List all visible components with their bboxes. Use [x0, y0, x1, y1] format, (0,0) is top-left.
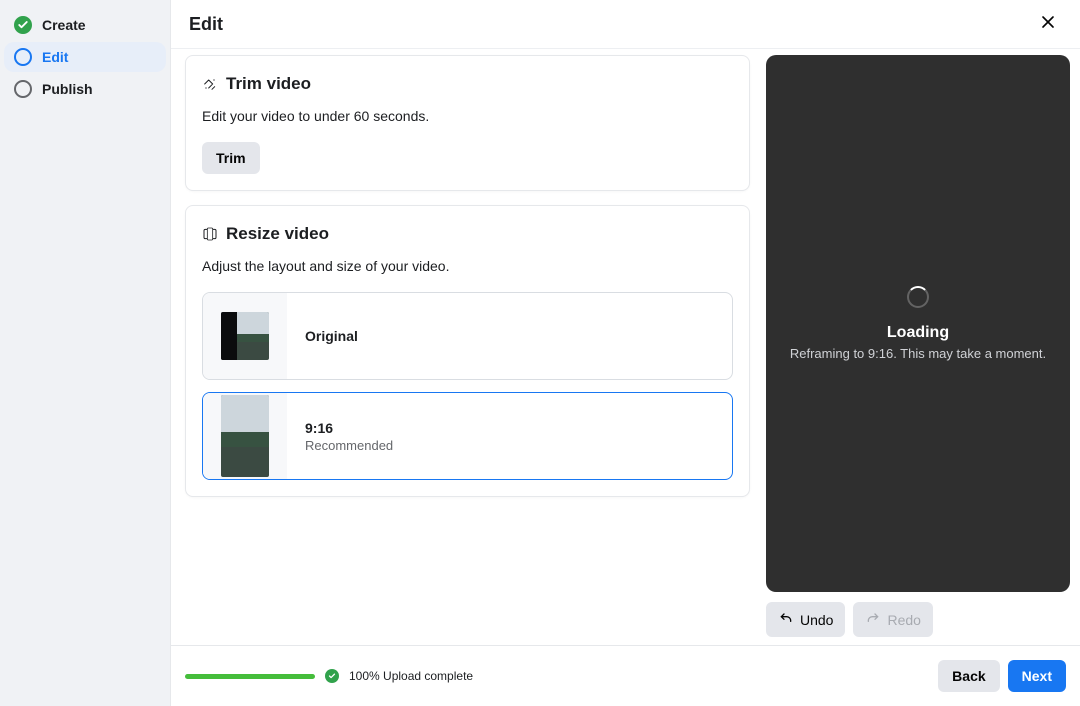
- loading-subtitle: Reframing to 9:16. This may take a momen…: [790, 346, 1046, 361]
- upload-progress: [185, 674, 315, 679]
- resize-option-original[interactable]: Original: [202, 292, 733, 380]
- footer: 100% Upload complete Back Next: [171, 645, 1080, 706]
- option-sub: Recommended: [305, 438, 393, 453]
- resize-description: Adjust the layout and size of your video…: [202, 258, 733, 274]
- trim-button[interactable]: Trim: [202, 142, 260, 174]
- upload-status: 100% Upload complete: [185, 669, 473, 683]
- check-icon: [325, 669, 339, 683]
- upload-text: 100% Upload complete: [349, 669, 473, 683]
- resize-card: Resize video Adjust the layout and size …: [185, 205, 750, 497]
- next-button[interactable]: Next: [1008, 660, 1066, 692]
- redo-label: Redo: [887, 612, 920, 628]
- redo-button[interactable]: Redo: [853, 602, 932, 637]
- step-edit[interactable]: Edit: [4, 42, 166, 72]
- option-title: 9:16: [305, 420, 393, 436]
- resize-title: Resize video: [226, 224, 329, 244]
- option-title: Original: [305, 328, 358, 344]
- undo-icon: [778, 610, 794, 629]
- trim-icon: [202, 76, 218, 92]
- resize-thumb: [203, 293, 287, 379]
- trim-title: Trim video: [226, 74, 311, 94]
- undo-label: Undo: [800, 612, 833, 628]
- circle-icon: [14, 48, 32, 66]
- step-label: Publish: [42, 81, 93, 97]
- undo-button[interactable]: Undo: [766, 602, 845, 637]
- video-preview: Loading Reframing to 9:16. This may take…: [766, 55, 1070, 592]
- thumbnail-image: [221, 312, 269, 360]
- check-icon: [14, 16, 32, 34]
- step-create[interactable]: Create: [4, 10, 166, 40]
- back-button[interactable]: Back: [938, 660, 999, 692]
- resize-thumb: [203, 393, 287, 479]
- page-title: Edit: [189, 14, 223, 35]
- trim-card: Trim video Edit your video to under 60 s…: [185, 55, 750, 191]
- circle-icon: [14, 80, 32, 98]
- resize-icon: [202, 226, 218, 242]
- step-label: Edit: [42, 49, 68, 65]
- loading-title: Loading: [887, 324, 949, 342]
- step-sidebar: Create Edit Publish: [0, 0, 170, 706]
- step-label: Create: [42, 17, 86, 33]
- step-publish[interactable]: Publish: [4, 74, 166, 104]
- resize-option-9-16[interactable]: 9:16 Recommended: [202, 392, 733, 480]
- redo-icon: [865, 610, 881, 629]
- trim-description: Edit your video to under 60 seconds.: [202, 108, 733, 124]
- loading-spinner-icon: [907, 286, 929, 308]
- close-button[interactable]: [1034, 10, 1062, 38]
- thumbnail-image: [221, 395, 269, 477]
- topbar: Edit: [171, 0, 1080, 49]
- close-icon: [1038, 12, 1058, 37]
